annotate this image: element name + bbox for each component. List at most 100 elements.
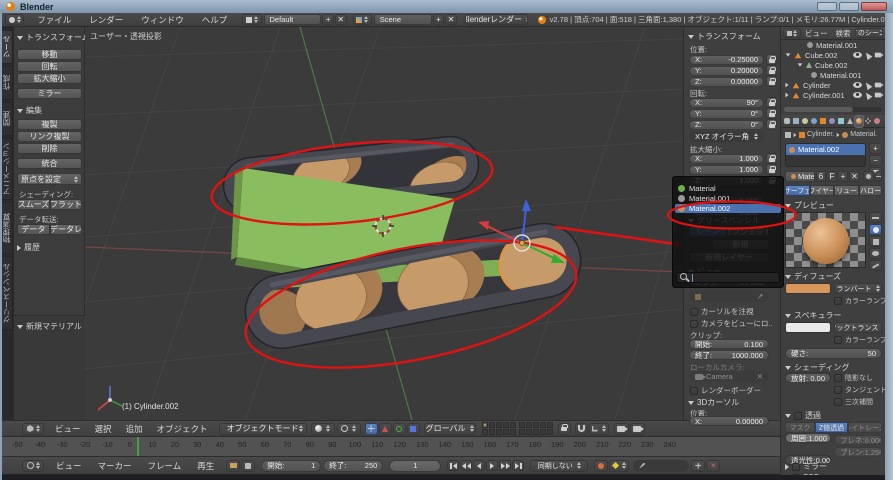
- manipulator-translate-button[interactable]: [379, 423, 392, 435]
- menu-render[interactable]: レンダー: [80, 13, 132, 27]
- panel-history-header[interactable]: 履歴: [17, 242, 40, 253]
- layout-delete-button[interactable]: ✕: [335, 14, 347, 25]
- set-origin-select[interactable]: 原点を設定: [17, 173, 82, 185]
- specular-shader-select[interactable]: クックトランス: [834, 322, 882, 333]
- scale-x-field[interactable]: X:1.000: [689, 154, 764, 164]
- tab-object-data-icon[interactable]: [846, 116, 854, 127]
- type-surface-button[interactable]: サーフェ: [785, 185, 810, 196]
- timeline-frame-menu[interactable]: フレーム: [140, 459, 190, 473]
- mirror-panel-header[interactable]: ミラー: [785, 461, 827, 472]
- selectable-icon[interactable]: [864, 80, 873, 89]
- orientation-select[interactable]: グローバル: [424, 423, 476, 435]
- rot-y-field[interactable]: Y:0°: [689, 109, 764, 119]
- delete-button[interactable]: 削除: [17, 143, 82, 154]
- transp-ztransp-button[interactable]: Z値透過: [815, 422, 848, 433]
- insert-keyframe-button[interactable]: [691, 460, 705, 472]
- maximize-button[interactable]: [839, 2, 859, 11]
- viewport-shading-button[interactable]: [311, 423, 335, 435]
- viewport-3d[interactable]: [85, 27, 683, 420]
- rot-z-field[interactable]: Z:0°: [689, 120, 764, 130]
- outliner-scope-select[interactable]: 全てのシーン: [855, 28, 884, 38]
- rotate-button[interactable]: 回転: [17, 61, 82, 72]
- lock-to-scene-button[interactable]: [558, 423, 571, 435]
- data-transfer-button[interactable]: データ: [17, 224, 50, 235]
- duplicate-button[interactable]: 複製: [17, 119, 82, 130]
- preview-hair-button[interactable]: [869, 260, 882, 271]
- npanel-3dcursor-header[interactable]: 3Dカーソル: [688, 397, 739, 408]
- lock-icon[interactable]: [766, 97, 777, 108]
- outliner-hscrollbar[interactable]: [784, 107, 882, 112]
- mirror-checkbox[interactable]: [792, 463, 800, 471]
- jump-prev-keyframe-button[interactable]: [460, 460, 472, 471]
- duplicate-linked-button[interactable]: リンク複製: [17, 131, 82, 142]
- popup-item-material[interactable]: Material: [675, 184, 781, 193]
- npanel-transform-header[interactable]: トランスフォーム: [688, 31, 761, 42]
- tab-render-icon[interactable]: [783, 116, 791, 127]
- menu-file[interactable]: ファイル: [28, 13, 80, 27]
- jump-to-start-button[interactable]: [447, 460, 459, 471]
- specular-panel-header[interactable]: スペキュラー: [785, 310, 841, 321]
- delete-keyframe-button[interactable]: ✕: [706, 460, 720, 472]
- manipulator-rotate-button[interactable]: [393, 423, 406, 435]
- tab-world-icon[interactable]: [810, 116, 818, 127]
- tab-object-icon[interactable]: [819, 116, 827, 127]
- pivot-point-button[interactable]: [337, 423, 361, 435]
- view-menu[interactable]: ビュー: [48, 422, 88, 436]
- mode-select[interactable]: オブジェクトモード: [219, 423, 307, 435]
- loc-y-field[interactable]: Y:0.20000: [689, 66, 764, 76]
- clip-start-field[interactable]: 開始:0.100: [689, 339, 769, 349]
- shadeless-checkbox[interactable]: [834, 374, 842, 382]
- frame-start-field[interactable]: 開始:1: [261, 460, 321, 472]
- keying-set-field[interactable]: [633, 460, 689, 472]
- data-layout-button[interactable]: データレ: [50, 224, 82, 235]
- panel-transform-header[interactable]: トランスフォーム: [17, 32, 90, 43]
- shade-flat-button[interactable]: フラット: [50, 199, 82, 210]
- outliner-row-cylinder[interactable]: Cylinder: [781, 80, 885, 90]
- slot-add-button[interactable]: +: [869, 143, 882, 154]
- preview-monkey-button[interactable]: [869, 248, 882, 259]
- object-menu[interactable]: オブジェクト: [150, 422, 215, 436]
- tangent-checkbox[interactable]: [834, 386, 842, 394]
- users-count-button[interactable]: 6: [816, 171, 826, 182]
- visibility-eye-icon[interactable]: [853, 92, 862, 98]
- timeline-ruler[interactable]: -50-40-30-20-100102030405060708090100110…: [0, 437, 780, 457]
- visibility-eye-icon[interactable]: [853, 82, 862, 88]
- clip-end-field[interactable]: 終了:1000.000: [689, 350, 769, 360]
- scene-field[interactable]: Scene: [374, 14, 432, 25]
- transp-mask-button[interactable]: マスク: [785, 422, 815, 433]
- frame-end-field[interactable]: 終了:250: [323, 460, 383, 472]
- outliner-search-menu[interactable]: 検索: [832, 26, 855, 40]
- lock-icon[interactable]: [766, 65, 777, 76]
- scale-button[interactable]: 拡大縮小: [17, 73, 82, 84]
- add-menu[interactable]: 追加: [119, 422, 150, 436]
- collapsed-icon[interactable]: [785, 93, 788, 98]
- menu-help[interactable]: ヘルプ: [193, 13, 237, 27]
- renderable-camera-icon[interactable]: [875, 52, 881, 57]
- breadcrumb-material[interactable]: Material.: [850, 131, 877, 138]
- popup-search-input[interactable]: [692, 274, 790, 282]
- editor-type-outliner-button[interactable]: [783, 28, 801, 38]
- play-reverse-button[interactable]: [473, 460, 485, 471]
- slot-remove-button[interactable]: −: [869, 155, 882, 166]
- hardness-field[interactable]: 硬さ:50: [785, 348, 882, 359]
- lock-icon[interactable]: [766, 164, 777, 175]
- emit-field[interactable]: 放射:0.00: [785, 373, 831, 383]
- collapsed-icon[interactable]: [785, 83, 788, 88]
- selectable-icon[interactable]: [864, 50, 873, 59]
- render-engine-select[interactable]: Blenderレンダー: [465, 14, 528, 25]
- current-frame-line[interactable]: [137, 437, 139, 457]
- lock-object-field[interactable]: [689, 291, 769, 302]
- sync-mode-select[interactable]: 同期しない: [530, 460, 588, 472]
- tab-scene-icon[interactable]: [801, 116, 809, 127]
- timeline-playback-menu[interactable]: 再生: [189, 459, 222, 473]
- scene-icon-button[interactable]: [353, 14, 372, 25]
- type-volume-button[interactable]: ボリューム: [834, 185, 859, 196]
- unlink-material-button[interactable]: ✕: [849, 171, 860, 182]
- join-button[interactable]: 統合: [17, 158, 82, 169]
- lock-camera-checkbox[interactable]: [690, 320, 698, 328]
- timeline-marker-menu[interactable]: マーカー: [90, 459, 140, 473]
- nodes-toggle-button[interactable]: [863, 171, 874, 182]
- screen-layout-icon-button[interactable]: [242, 14, 261, 25]
- outliner-view-menu[interactable]: ビュー: [801, 26, 832, 40]
- expand-icon[interactable]: [798, 63, 803, 66]
